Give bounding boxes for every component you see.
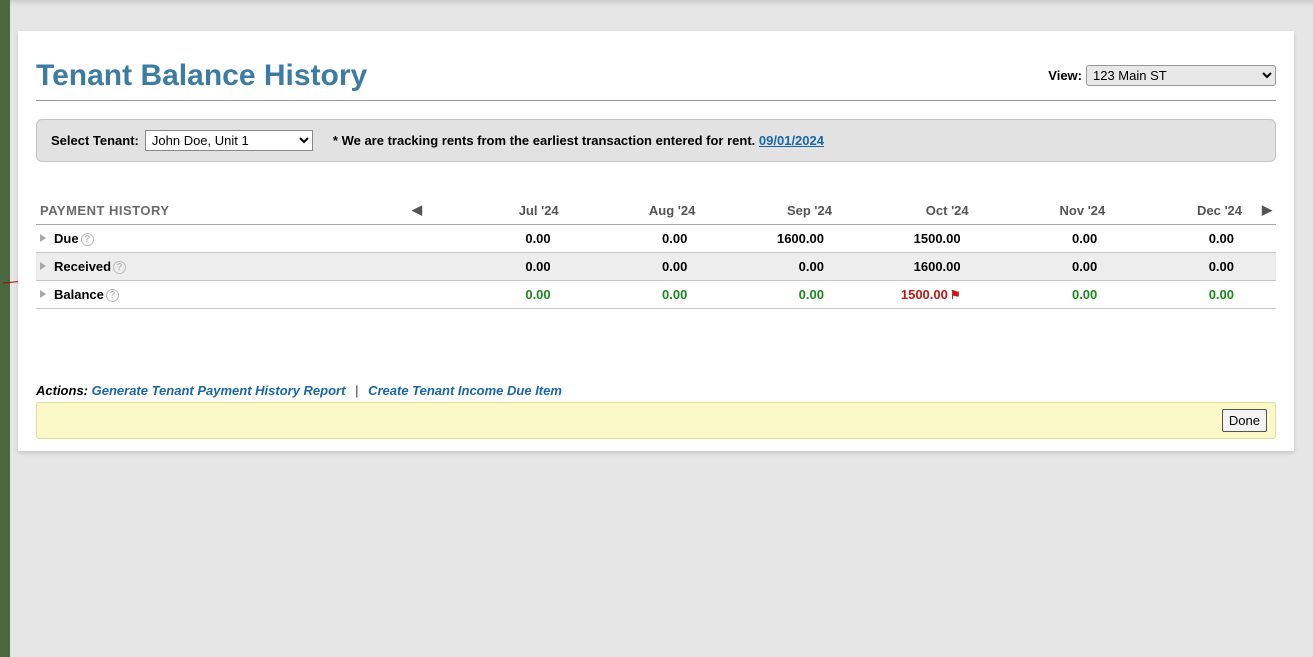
row-label[interactable]: Received?: [36, 253, 396, 281]
filter-bar: Select Tenant: John Doe, Unit 1 * We are…: [36, 119, 1276, 162]
row-label-text: Received: [54, 259, 111, 274]
help-icon[interactable]: ?: [113, 261, 126, 274]
cell-value: 0.00: [426, 281, 563, 309]
cell-value: 1500.00: [836, 225, 973, 253]
table-header-label: PAYMENT HISTORY: [36, 196, 396, 225]
cell-value: 0.00: [563, 253, 700, 281]
view-label: View:: [1048, 68, 1082, 83]
cell-value: 0.00: [426, 253, 563, 281]
row-label-text: Balance: [54, 287, 104, 302]
nav-prev[interactable]: ◀: [396, 196, 426, 225]
done-bar: Done: [36, 402, 1276, 439]
view-selector-wrap: View: 123 Main ST: [1048, 65, 1276, 86]
page-title: Tenant Balance History: [36, 59, 367, 92]
asterisk: *: [333, 133, 342, 148]
tracking-date-link[interactable]: 09/01/2024: [759, 133, 824, 148]
help-icon[interactable]: ?: [106, 289, 119, 302]
cell-value: 0.00: [1109, 281, 1246, 309]
payment-history-table: PAYMENT HISTORY ◀ Jul '24 Aug '24 Sep '2…: [36, 196, 1276, 309]
cell-value: 1500.00⚑: [836, 281, 973, 309]
col-head: Jul '24: [426, 196, 563, 225]
title-separator: [36, 100, 1276, 101]
cell-value: 0.00: [563, 281, 700, 309]
actions-row: Actions: Generate Tenant Payment History…: [36, 383, 1276, 398]
tenant-select[interactable]: John Doe, Unit 1: [145, 130, 313, 151]
top-shadow: [10, 0, 1313, 9]
tracking-note: * We are tracking rents from the earlies…: [333, 133, 824, 148]
row-label-text: Due: [54, 231, 79, 246]
select-tenant-label: Select Tenant:: [51, 133, 139, 148]
main-panel: Tenant Balance History View: 123 Main ST…: [18, 31, 1294, 451]
col-head: Oct '24: [836, 196, 973, 225]
view-select[interactable]: 123 Main ST: [1086, 65, 1276, 86]
expand-caret-icon[interactable]: [40, 234, 46, 242]
header-row: Tenant Balance History View: 123 Main ST: [36, 31, 1276, 92]
flag-icon: ⚑: [950, 288, 961, 302]
col-head: Sep '24: [699, 196, 836, 225]
cell-value: 1600.00: [836, 253, 973, 281]
cell-value: 0.00: [699, 281, 836, 309]
nav-next[interactable]: ▶: [1246, 196, 1276, 225]
actions-separator: |: [349, 383, 364, 398]
cell-value: 0.00: [973, 281, 1110, 309]
cell-value: 0.00: [1109, 253, 1246, 281]
col-head: Nov '24: [973, 196, 1110, 225]
done-button[interactable]: Done: [1222, 409, 1267, 432]
cell-value: 0.00: [426, 225, 563, 253]
help-icon[interactable]: ?: [81, 233, 94, 246]
cell-value: 0.00: [1109, 225, 1246, 253]
col-head: Dec '24: [1109, 196, 1246, 225]
col-head: Aug '24: [563, 196, 700, 225]
left-edge-strip: [0, 0, 10, 657]
cell-value: 1600.00: [699, 225, 836, 253]
row-label[interactable]: Due?: [36, 225, 396, 253]
expand-caret-icon[interactable]: [40, 262, 46, 270]
cell-value: 0.00: [563, 225, 700, 253]
table-row: Received?0.000.000.001600.000.000.00: [36, 253, 1276, 281]
expand-caret-icon[interactable]: [40, 290, 46, 298]
create-due-item-link[interactable]: Create Tenant Income Due Item: [368, 383, 562, 398]
cell-value: 0.00: [699, 253, 836, 281]
table-row: Balance?0.000.000.001500.00⚑0.000.00: [36, 281, 1276, 309]
table-row: Due?0.000.001600.001500.000.000.00: [36, 225, 1276, 253]
cell-value: 0.00: [973, 225, 1110, 253]
actions-label: Actions:: [36, 383, 88, 398]
cell-value: 0.00: [973, 253, 1110, 281]
row-label[interactable]: Balance?: [36, 281, 396, 309]
generate-report-link[interactable]: Generate Tenant Payment History Report: [92, 383, 346, 398]
